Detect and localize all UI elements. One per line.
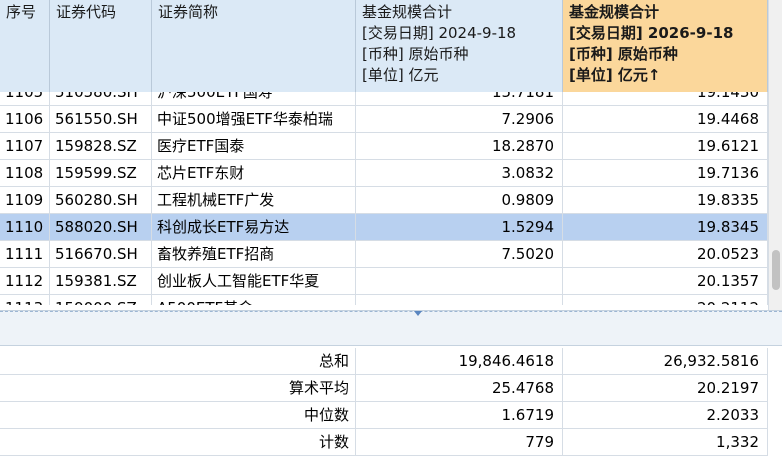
splitter-line [0, 311, 782, 312]
data-grid: 序号 证券代码 证券简称 基金规模合计 [交易日期] 2024-9-18 [币种… [0, 0, 782, 460]
header-label: 序号 [6, 3, 37, 21]
cell-seq: 1105 [0, 92, 50, 106]
column-header-fund-size-2024[interactable]: 基金规模合计 [交易日期] 2024-9-18 [币种] 原始币种 [单位] 亿… [356, 0, 563, 92]
cell-code: 560280.SH [50, 187, 152, 214]
cell-code: 159000.SZ [50, 295, 152, 305]
table-row[interactable]: 1105 510580.SH 沪深500ETF国寿 15.7181 19.143… [0, 92, 768, 106]
cell-v2: 19.1430 [563, 92, 768, 106]
cell-code: 588020.SH [50, 214, 152, 241]
header-date: [交易日期] 2024-9-18 [362, 24, 517, 42]
partial-row-top: 1105 510580.SH 沪深500ETF国寿 15.7181 19.143… [0, 92, 768, 106]
cell-v2: 19.8335 [563, 187, 768, 214]
cell-name: 沪深500ETF国寿 [152, 92, 356, 106]
summary-row-median: 中位数 1.6719 2.2033 [0, 402, 768, 429]
column-header-code[interactable]: 证券代码 [50, 0, 152, 92]
cell-name: 工程机械ETF广发 [152, 187, 356, 214]
cell-name: 创业板人工智能ETF华夏 [152, 268, 356, 295]
table-row[interactable]: 1106 561550.SH 中证500增强ETF华泰柏瑞 7.2906 19.… [0, 106, 768, 133]
vertical-scrollbar[interactable] [768, 0, 782, 310]
table-row[interactable]: 1113 159000.SZ A500ETF基金 20.2112 [0, 295, 768, 305]
summary-row-sum: 总和 19,846.4618 26,932.5816 [0, 348, 768, 375]
cell-seq: 1107 [0, 133, 50, 160]
cell-v1: 15.7181 [356, 92, 563, 106]
cell-v1: 3.0832 [356, 160, 563, 187]
cell-seq: 1113 [0, 295, 50, 305]
cell-name: 科创成长ETF易方达 [152, 214, 356, 241]
header-currency: [币种] 原始币种 [362, 45, 469, 63]
summary-v1: 1.6719 [356, 402, 563, 429]
summary-v2: 26,932.5816 [563, 348, 768, 375]
cell-v2: 19.4468 [563, 106, 768, 133]
cell-name: 医疗ETF国泰 [152, 133, 356, 160]
cell-seq: 1111 [0, 241, 50, 268]
column-header-name[interactable]: 证券简称 [152, 0, 356, 92]
cell-v1: 0.9809 [356, 187, 563, 214]
partial-row-bottom: 1113 159000.SZ A500ETF基金 20.2112 [0, 295, 768, 305]
cell-code: 561550.SH [50, 106, 152, 133]
header-label: 证券简称 [158, 3, 219, 21]
cell-name: 芯片ETF东财 [152, 160, 356, 187]
cell-seq: 1109 [0, 187, 50, 214]
header-label: 基金规模合计 [362, 3, 453, 21]
cell-v1: 18.2870 [356, 133, 563, 160]
cell-v1: 7.2906 [356, 106, 563, 133]
summary-v2: 2.2033 [563, 402, 768, 429]
header-label: 基金规模合计 [569, 3, 660, 21]
header-date: [交易日期] 2026-9-18 [569, 24, 734, 42]
table-row-selected[interactable]: 1110 588020.SH 科创成长ETF易方达 1.5294 19.8345 [0, 214, 768, 241]
column-header-seq[interactable]: 序号 [0, 0, 50, 92]
table-row[interactable]: 1108 159599.SZ 芯片ETF东财 3.0832 19.7136 [0, 160, 768, 187]
table-row[interactable]: 1107 159828.SZ 医疗ETF国泰 18.2870 19.6121 [0, 133, 768, 160]
cell-code: 159828.SZ [50, 133, 152, 160]
summary-label: 计数 [0, 429, 356, 456]
table-row[interactable]: 1111 516670.SH 畜牧养殖ETF招商 7.5020 20.0523 [0, 241, 768, 268]
summary-row-mean: 算术平均 25.4768 20.2197 [0, 375, 768, 402]
summary-v1: 25.4768 [356, 375, 563, 402]
pane-splitter[interactable] [0, 310, 782, 346]
cell-v1 [356, 268, 563, 295]
summary-label: 算术平均 [0, 375, 356, 402]
grid-header: 序号 证券代码 证券简称 基金规模合计 [交易日期] 2024-9-18 [币种… [0, 0, 782, 93]
cell-code: 159599.SZ [50, 160, 152, 187]
cell-name: A500ETF基金 [152, 295, 356, 305]
cell-seq: 1106 [0, 106, 50, 133]
summary-row-count: 计数 779 1,332 [0, 429, 768, 456]
cell-name: 中证500增强ETF华泰柏瑞 [152, 106, 356, 133]
summary-label: 总和 [0, 348, 356, 375]
header-currency: [币种] 原始币种 [569, 45, 678, 63]
cell-code: 516670.SH [50, 241, 152, 268]
cell-v2: 20.2112 [563, 295, 768, 305]
cell-v1: 7.5020 [356, 241, 563, 268]
cell-seq: 1108 [0, 160, 50, 187]
cell-name: 畜牧养殖ETF招商 [152, 241, 356, 268]
cell-v2: 19.6121 [563, 133, 768, 160]
cell-v2: 19.8345 [563, 214, 768, 241]
summary-v2: 20.2197 [563, 375, 768, 402]
table-row[interactable]: 1112 159381.SZ 创业板人工智能ETF华夏 20.1357 [0, 268, 768, 295]
header-unit: [单位] 亿元 [362, 66, 439, 84]
header-unit-sort-asc: [单位] 亿元↑ [569, 66, 661, 84]
cell-v2: 20.1357 [563, 268, 768, 295]
cell-v1 [356, 295, 563, 305]
summary-label: 中位数 [0, 402, 356, 429]
scrollbar-thumb[interactable] [772, 250, 780, 290]
cell-seq: 1112 [0, 268, 50, 295]
header-label: 证券代码 [56, 3, 117, 21]
cell-code: 510580.SH [50, 92, 152, 106]
summary-v2: 1,332 [563, 429, 768, 456]
summary-v1: 779 [356, 429, 563, 456]
summary-v1: 19,846.4618 [356, 348, 563, 375]
splitter-arrow-icon[interactable] [414, 311, 422, 316]
cell-v2: 19.7136 [563, 160, 768, 187]
cell-v1: 1.5294 [356, 214, 563, 241]
column-header-fund-size-2026[interactable]: 基金规模合计 [交易日期] 2026-9-18 [币种] 原始币种 [单位] 亿… [563, 0, 768, 92]
cell-v2: 20.0523 [563, 241, 768, 268]
cell-code: 159381.SZ [50, 268, 152, 295]
cell-seq: 1110 [0, 214, 50, 241]
table-row[interactable]: 1109 560280.SH 工程机械ETF广发 0.9809 19.8335 [0, 187, 768, 214]
